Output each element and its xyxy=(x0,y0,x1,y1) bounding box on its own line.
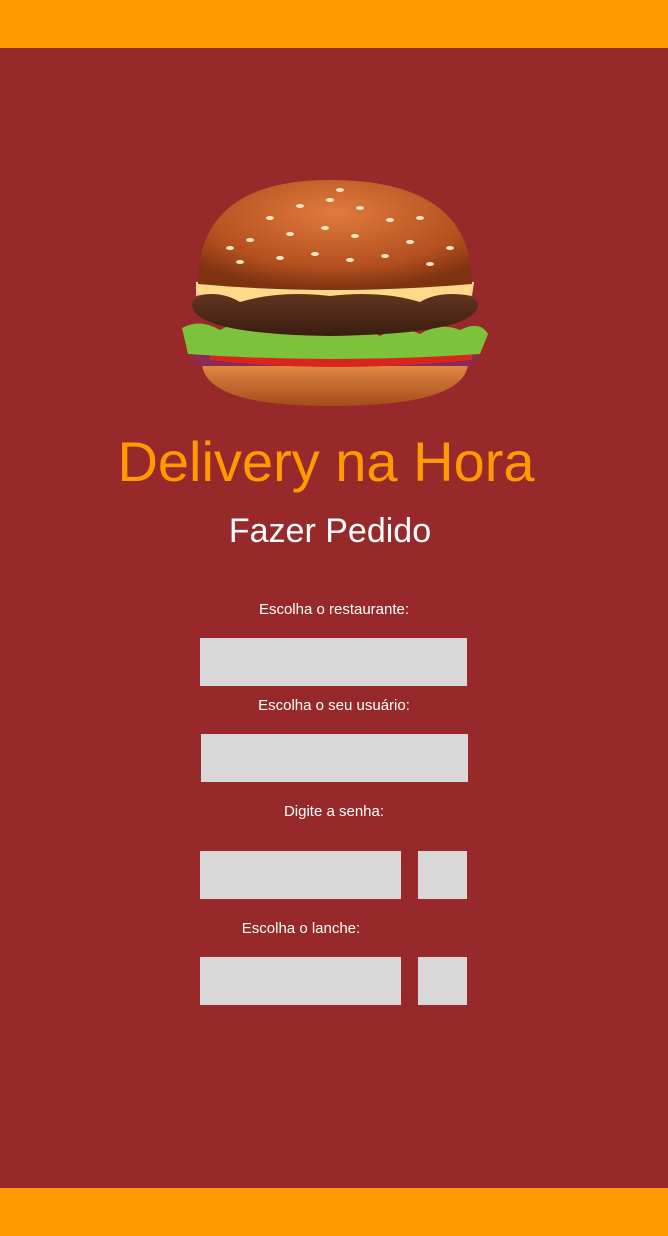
snack-input[interactable] xyxy=(200,957,401,1005)
password-confirm-button[interactable] xyxy=(418,851,467,899)
snack-confirm-button[interactable] xyxy=(418,957,467,1005)
user-input[interactable] xyxy=(201,734,468,782)
top-bar xyxy=(0,0,668,48)
app-title: Delivery na Hora xyxy=(117,430,535,493)
password-input[interactable] xyxy=(200,851,401,899)
hamburger-illustration xyxy=(182,180,488,406)
restaurant-label: Escolha o restaurante: xyxy=(258,601,410,618)
bottom-bar xyxy=(0,1188,668,1236)
snack-label: Escolha o lanche: xyxy=(241,920,361,937)
restaurant-input[interactable] xyxy=(200,638,467,686)
page-subtitle: Fazer Pedido xyxy=(228,512,432,550)
password-label: Digite a senha: xyxy=(283,803,385,820)
user-label: Escolha o seu usuário: xyxy=(258,697,410,714)
